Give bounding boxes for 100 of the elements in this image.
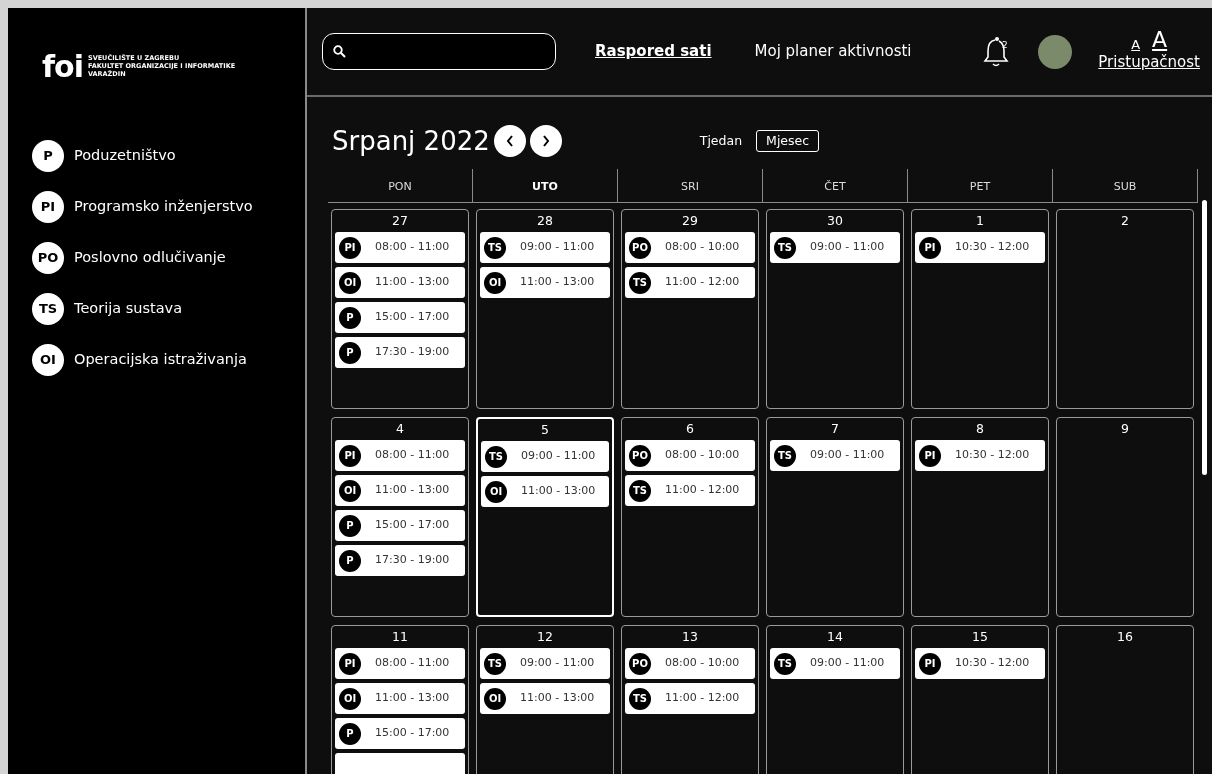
course-code-badge: PI	[919, 652, 941, 675]
day-number: 5	[540, 422, 550, 438]
event-card[interactable]: P 17:30 - 19:00	[335, 545, 465, 576]
view-toggle[interactable]: Tjedan	[689, 129, 753, 153]
logo-wordmark: foi	[42, 52, 83, 82]
event-card[interactable]: P 17:30 - 19:00	[335, 337, 465, 368]
day-cell[interactable]: 15 PI 10:30 - 12:00	[911, 625, 1049, 774]
event-card[interactable]: TS 09:00 - 11:00	[480, 232, 610, 263]
accessibility-link[interactable]: Pristupačnost	[1098, 51, 1200, 74]
day-cell[interactable]: 5 TS 09:00 - 11:00 OI 11:00 - 13:00	[476, 417, 614, 617]
day-cell[interactable]: 13 PO 08:00 - 10:00 TS 11:00 - 12:00	[621, 625, 759, 774]
day-cell[interactable]: 16	[1056, 625, 1194, 774]
day-cell[interactable]: 30 TS 09:00 - 11:00	[766, 209, 904, 409]
event-card[interactable]: TS 11:00 - 12:00	[625, 683, 755, 714]
day-number: 11	[391, 629, 409, 645]
next-month-button[interactable]	[529, 125, 562, 157]
event-time: 09:00 - 11:00	[520, 655, 595, 672]
course-code-badge: TS	[485, 445, 507, 468]
course-code-badge: PI	[32, 191, 64, 223]
event-time: 10:30 - 12:00	[955, 447, 1030, 464]
day-cell[interactable]: 28 TS 09:00 - 11:00 OI 11:00 - 13:00	[476, 209, 614, 409]
course-code-badge: TS	[32, 293, 64, 325]
event-card[interactable]: TS 09:00 - 11:00	[481, 441, 609, 472]
search-field[interactable]	[322, 33, 556, 70]
event-card[interactable]: PI 08:00 - 11:00	[335, 232, 465, 263]
avatar[interactable]	[1038, 34, 1073, 69]
small-text-size-link[interactable]: A	[1131, 38, 1141, 52]
day-number: 2	[1120, 213, 1130, 229]
day-cell[interactable]: 11 PI 08:00 - 11:00 OI 11:00 - 13:00 P 15:00 - 17:00	[331, 625, 469, 774]
course-code-badge: PO	[629, 236, 651, 259]
event-card[interactable]: OI 11:00 - 13:00	[480, 267, 610, 298]
day-cell[interactable]: 9	[1056, 417, 1194, 617]
scrollbar[interactable]	[1202, 200, 1207, 475]
day-number: 7	[830, 421, 840, 437]
weekday-header: SRI	[618, 169, 763, 202]
course-name: Operacijska istraživanja	[74, 350, 247, 370]
day-cell[interactable]: 8 PI 10:30 - 12:00	[911, 417, 1049, 617]
day-cell[interactable]: 2	[1056, 209, 1194, 409]
event-time: 11:00 - 13:00	[520, 274, 595, 291]
course-code-badge: OI	[32, 344, 64, 376]
event-card[interactable]: OI 11:00 - 13:00	[335, 267, 465, 298]
event-card[interactable]: TS 09:00 - 11:00	[480, 648, 610, 679]
nav-link[interactable]: Raspored sati	[595, 40, 712, 63]
course-code-badge: P	[339, 549, 361, 572]
event-card[interactable]: TS 11:00 - 12:00	[625, 267, 755, 298]
previous-month-button[interactable]	[493, 125, 526, 157]
event-card[interactable]: TS 11:00 - 12:00	[625, 475, 755, 506]
day-number: 1	[975, 213, 985, 229]
course-code-badge: P	[339, 306, 361, 329]
course-code-badge: TS	[629, 479, 651, 502]
course-code-badge: PI	[339, 444, 361, 467]
event-time: 09:00 - 11:00	[520, 239, 595, 256]
event-time: 11:00 - 13:00	[521, 483, 596, 500]
day-cell[interactable]: 14 TS 09:00 - 11:00	[766, 625, 904, 774]
event-card[interactable]: PO 08:00 - 10:00	[625, 648, 755, 679]
event-time: 11:00 - 12:00	[665, 274, 740, 291]
event-time: 10:30 - 12:00	[955, 655, 1030, 672]
course-code-badge: OI	[484, 271, 506, 294]
course-code-badge: TS	[484, 652, 506, 675]
event-time: 17:30 - 19:00	[375, 552, 450, 569]
day-cell[interactable]: 27 PI 08:00 - 11:00 OI 11:00 - 13:00 P 15:00 - 17:00 P 17:30 - 19:00	[331, 209, 469, 409]
event-card[interactable]: TS 09:00 - 11:00	[770, 648, 900, 679]
event-card[interactable]: PI 10:30 - 12:00	[915, 232, 1045, 263]
event-card[interactable]: TS 09:00 - 11:00	[770, 232, 900, 263]
course-code-badge: TS	[774, 236, 796, 259]
large-text-size-link[interactable]: A	[1152, 29, 1168, 52]
nav-link[interactable]: Moj planer aktivnosti	[754, 40, 912, 63]
course-code-badge: TS	[629, 271, 651, 294]
event-card[interactable]: PI 08:00 - 11:00	[335, 440, 465, 471]
day-cell[interactable]: 29 PO 08:00 - 10:00 TS 11:00 - 12:00	[621, 209, 759, 409]
day-cell[interactable]: 12 TS 09:00 - 11:00 OI 11:00 - 13:00	[476, 625, 614, 774]
day-cell[interactable]: 7 TS 09:00 - 11:00	[766, 417, 904, 617]
event-card[interactable]: PI 10:30 - 12:00	[915, 440, 1045, 471]
day-number: 6	[685, 421, 695, 437]
event-time: 15:00 - 17:00	[375, 725, 450, 742]
event-card[interactable]: OI 11:00 - 13:00	[481, 476, 609, 507]
day-cell[interactable]: 1 PI 10:30 - 12:00	[911, 209, 1049, 409]
course-code-badge: PO	[629, 652, 651, 675]
event-card[interactable]: PO 08:00 - 10:00	[625, 440, 755, 471]
day-cell[interactable]: 4 PI 08:00 - 11:00 OI 11:00 - 13:00 P 15:00 - 17:00 P 17:30 - 19:00	[331, 417, 469, 617]
event-card[interactable]: PI 08:00 - 11:00	[335, 648, 465, 679]
event-card[interactable]: OI 11:00 - 13:00	[480, 683, 610, 714]
event-time: 10:30 - 12:00	[955, 239, 1030, 256]
day-number: 29	[681, 213, 699, 229]
day-number: 15	[971, 629, 989, 645]
event-card[interactable]: OI 11:00 - 13:00	[335, 683, 465, 714]
event-card[interactable]: PO 08:00 - 10:00	[625, 232, 755, 263]
course-code-badge: OI	[339, 479, 361, 502]
course-code-badge: PI	[919, 444, 941, 467]
event-card[interactable]: OI 11:00 - 13:00	[335, 475, 465, 506]
view-toggle[interactable]: Mjesec	[756, 129, 820, 153]
day-cell[interactable]: 6 PO 08:00 - 10:00 TS 11:00 - 12:00	[621, 417, 759, 617]
event-time: 09:00 - 11:00	[521, 448, 596, 465]
event-card[interactable]: PI 10:30 - 12:00	[915, 648, 1045, 679]
event-card[interactable]: P 15:00 - 17:00	[335, 718, 465, 749]
chevron-left-icon	[505, 135, 514, 147]
course-code-badge: PO	[32, 242, 64, 274]
event-card[interactable]: P 15:00 - 17:00	[335, 510, 465, 541]
event-card[interactable]: P 15:00 - 17:00	[335, 302, 465, 333]
event-card[interactable]: TS 09:00 - 11:00	[770, 440, 900, 471]
